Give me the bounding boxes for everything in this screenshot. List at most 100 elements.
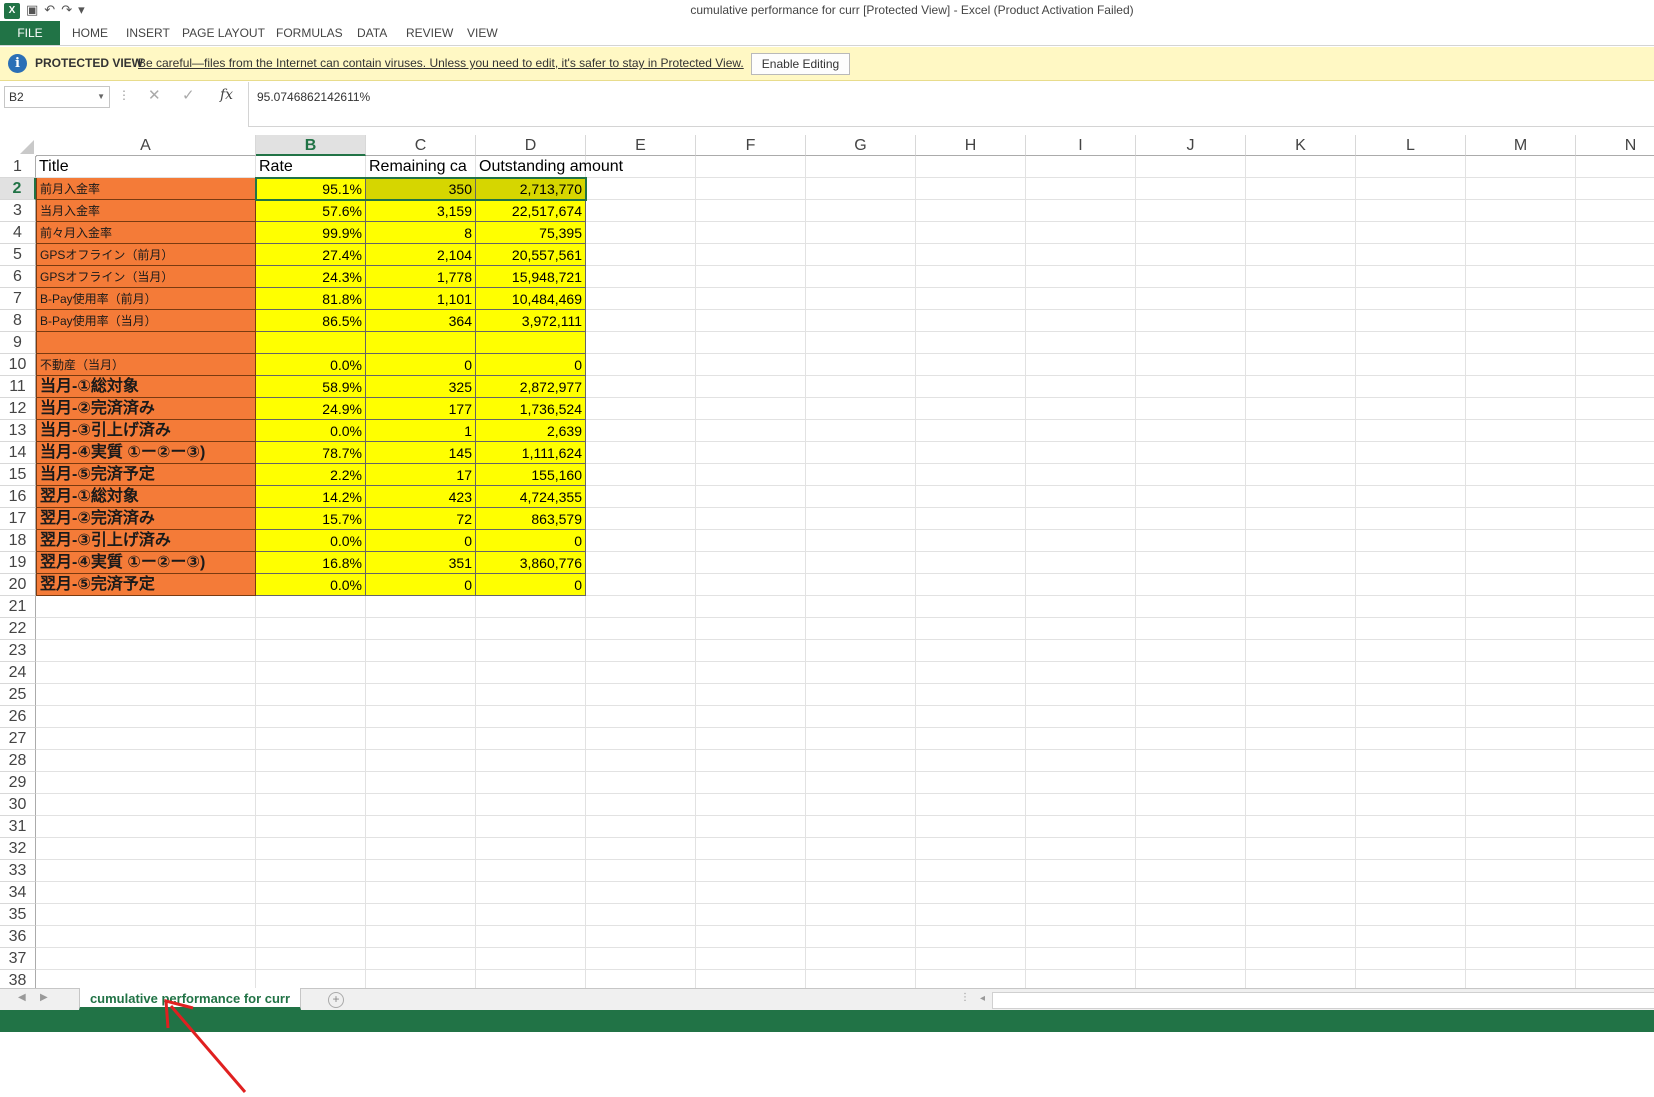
amount-cell[interactable]: 10,484,469 xyxy=(476,288,586,310)
row-header-4[interactable]: 4 xyxy=(0,222,36,244)
title-cell[interactable]: 翌月-④実質 ①ー②ー③) xyxy=(36,552,256,574)
column-header-j[interactable]: J xyxy=(1136,135,1246,156)
title-cell[interactable]: B-Pay使用率（当月） xyxy=(36,310,256,332)
row-header-5[interactable]: 5 xyxy=(0,244,36,266)
row-header-10[interactable]: 10 xyxy=(0,354,36,376)
title-cell[interactable]: GPSオフライン（当月） xyxy=(36,266,256,288)
rate-cell[interactable]: 95.1% xyxy=(256,178,366,200)
row-header-31[interactable]: 31 xyxy=(0,816,36,838)
row-header-9[interactable]: 9 xyxy=(0,332,36,354)
remaining-cell[interactable]: 1,101 xyxy=(366,288,476,310)
row-header-30[interactable]: 30 xyxy=(0,794,36,816)
row-header-29[interactable]: 29 xyxy=(0,772,36,794)
select-all-button[interactable] xyxy=(0,135,37,157)
row-header-37[interactable]: 37 xyxy=(0,948,36,970)
remaining-cell[interactable]: 423 xyxy=(366,486,476,508)
remaining-cell[interactable]: 350 xyxy=(366,178,476,200)
row-header-13[interactable]: 13 xyxy=(0,420,36,442)
remaining-cell[interactable]: 351 xyxy=(366,552,476,574)
column-header-d[interactable]: D xyxy=(476,135,586,156)
remaining-cell[interactable]: 2,104 xyxy=(366,244,476,266)
amount-cell[interactable]: 2,713,770 xyxy=(476,178,586,200)
rate-cell[interactable]: 0.0% xyxy=(256,574,366,596)
title-cell[interactable]: 前々月入金率 xyxy=(36,222,256,244)
row-header-2[interactable]: 2 xyxy=(0,178,36,200)
row-header-32[interactable]: 32 xyxy=(0,838,36,860)
remaining-cell[interactable]: 325 xyxy=(366,376,476,398)
header-outstanding-amount[interactable]: Outstanding amount xyxy=(476,156,666,178)
remaining-cell[interactable]: 1,778 xyxy=(366,266,476,288)
header-remaining[interactable]: Remaining ca xyxy=(366,156,476,178)
remaining-cell[interactable]: 0 xyxy=(366,530,476,552)
remaining-cell[interactable]: 3,159 xyxy=(366,200,476,222)
scroll-left-icon[interactable]: ◀ xyxy=(18,992,26,1003)
amount-cell[interactable]: 3,860,776 xyxy=(476,552,586,574)
rate-cell[interactable]: 27.4% xyxy=(256,244,366,266)
chevron-down-icon[interactable]: ▼ xyxy=(97,87,105,107)
title-cell[interactable]: 翌月-①総対象 xyxy=(36,486,256,508)
amount-cell[interactable] xyxy=(476,332,586,354)
amount-cell[interactable]: 2,872,977 xyxy=(476,376,586,398)
title-cell[interactable]: 当月入金率 xyxy=(36,200,256,222)
rate-cell[interactable]: 78.7% xyxy=(256,442,366,464)
tab-home[interactable]: HOME xyxy=(72,21,108,45)
rate-cell[interactable]: 86.5% xyxy=(256,310,366,332)
amount-cell[interactable]: 4,724,355 xyxy=(476,486,586,508)
column-header-i[interactable]: I xyxy=(1026,135,1136,156)
column-header-c[interactable]: C xyxy=(366,135,476,156)
tab-data[interactable]: DATA xyxy=(357,21,387,45)
rate-cell[interactable]: 57.6% xyxy=(256,200,366,222)
rate-cell[interactable]: 15.7% xyxy=(256,508,366,530)
remaining-cell[interactable]: 72 xyxy=(366,508,476,530)
title-cell[interactable] xyxy=(36,332,256,354)
row-header-36[interactable]: 36 xyxy=(0,926,36,948)
tab-formulas[interactable]: FORMULAS xyxy=(276,21,343,45)
rate-cell[interactable]: 0.0% xyxy=(256,420,366,442)
column-header-g[interactable]: G xyxy=(806,135,916,156)
amount-cell[interactable]: 15,948,721 xyxy=(476,266,586,288)
row-header-3[interactable]: 3 xyxy=(0,200,36,222)
amount-cell[interactable]: 0 xyxy=(476,354,586,376)
cancel-icon[interactable]: ✕ xyxy=(148,86,161,104)
column-header-e[interactable]: E xyxy=(586,135,696,156)
row-header-15[interactable]: 15 xyxy=(0,464,36,486)
row-header-20[interactable]: 20 xyxy=(0,574,36,596)
title-cell[interactable]: 当月-④実質 ①ー②ー③) xyxy=(36,442,256,464)
tab-insert[interactable]: INSERT xyxy=(126,21,170,45)
amount-cell[interactable]: 2,639 xyxy=(476,420,586,442)
row-header-35[interactable]: 35 xyxy=(0,904,36,926)
column-header-b[interactable]: B xyxy=(256,135,366,156)
remaining-cell[interactable]: 8 xyxy=(366,222,476,244)
title-cell[interactable]: GPSオフライン（前月） xyxy=(36,244,256,266)
amount-cell[interactable]: 75,395 xyxy=(476,222,586,244)
remaining-cell[interactable]: 177 xyxy=(366,398,476,420)
column-header-m[interactable]: M xyxy=(1466,135,1576,156)
formula-input[interactable]: 95.0746862142611% xyxy=(248,82,1654,127)
row-header-22[interactable]: 22 xyxy=(0,618,36,640)
row-header-38[interactable]: 38 xyxy=(0,970,36,988)
row-header-1[interactable]: 1 xyxy=(0,156,36,178)
column-header-a[interactable]: A xyxy=(36,135,256,156)
row-header-24[interactable]: 24 xyxy=(0,662,36,684)
row-header-12[interactable]: 12 xyxy=(0,398,36,420)
amount-cell[interactable]: 20,557,561 xyxy=(476,244,586,266)
row-header-34[interactable]: 34 xyxy=(0,882,36,904)
row-header-16[interactable]: 16 xyxy=(0,486,36,508)
rate-cell[interactable]: 2.2% xyxy=(256,464,366,486)
add-sheet-icon[interactable]: + xyxy=(328,992,344,1008)
spreadsheet-grid[interactable]: A B C D E F G H I J K L M N 1 2 3 4 5 6 7 8 9 10 11 12 13 14 15 16 17 1… xyxy=(0,135,1654,988)
rate-cell[interactable]: 16.8% xyxy=(256,552,366,574)
column-header-k[interactable]: K xyxy=(1246,135,1356,156)
amount-cell[interactable]: 155,160 xyxy=(476,464,586,486)
rate-cell[interactable] xyxy=(256,332,366,354)
amount-cell[interactable]: 3,972,111 xyxy=(476,310,586,332)
remaining-cell[interactable]: 364 xyxy=(366,310,476,332)
title-cell[interactable]: 当月-②完済済み xyxy=(36,398,256,420)
row-header-8[interactable]: 8 xyxy=(0,310,36,332)
remaining-cell[interactable]: 0 xyxy=(366,574,476,596)
header-title[interactable]: Title xyxy=(36,156,256,178)
amount-cell[interactable]: 0 xyxy=(476,574,586,596)
rate-cell[interactable]: 0.0% xyxy=(256,530,366,552)
protected-view-message-link[interactable]: Be careful—files from the Internet can c… xyxy=(138,56,744,70)
title-cell[interactable]: 翌月-②完済済み xyxy=(36,508,256,530)
